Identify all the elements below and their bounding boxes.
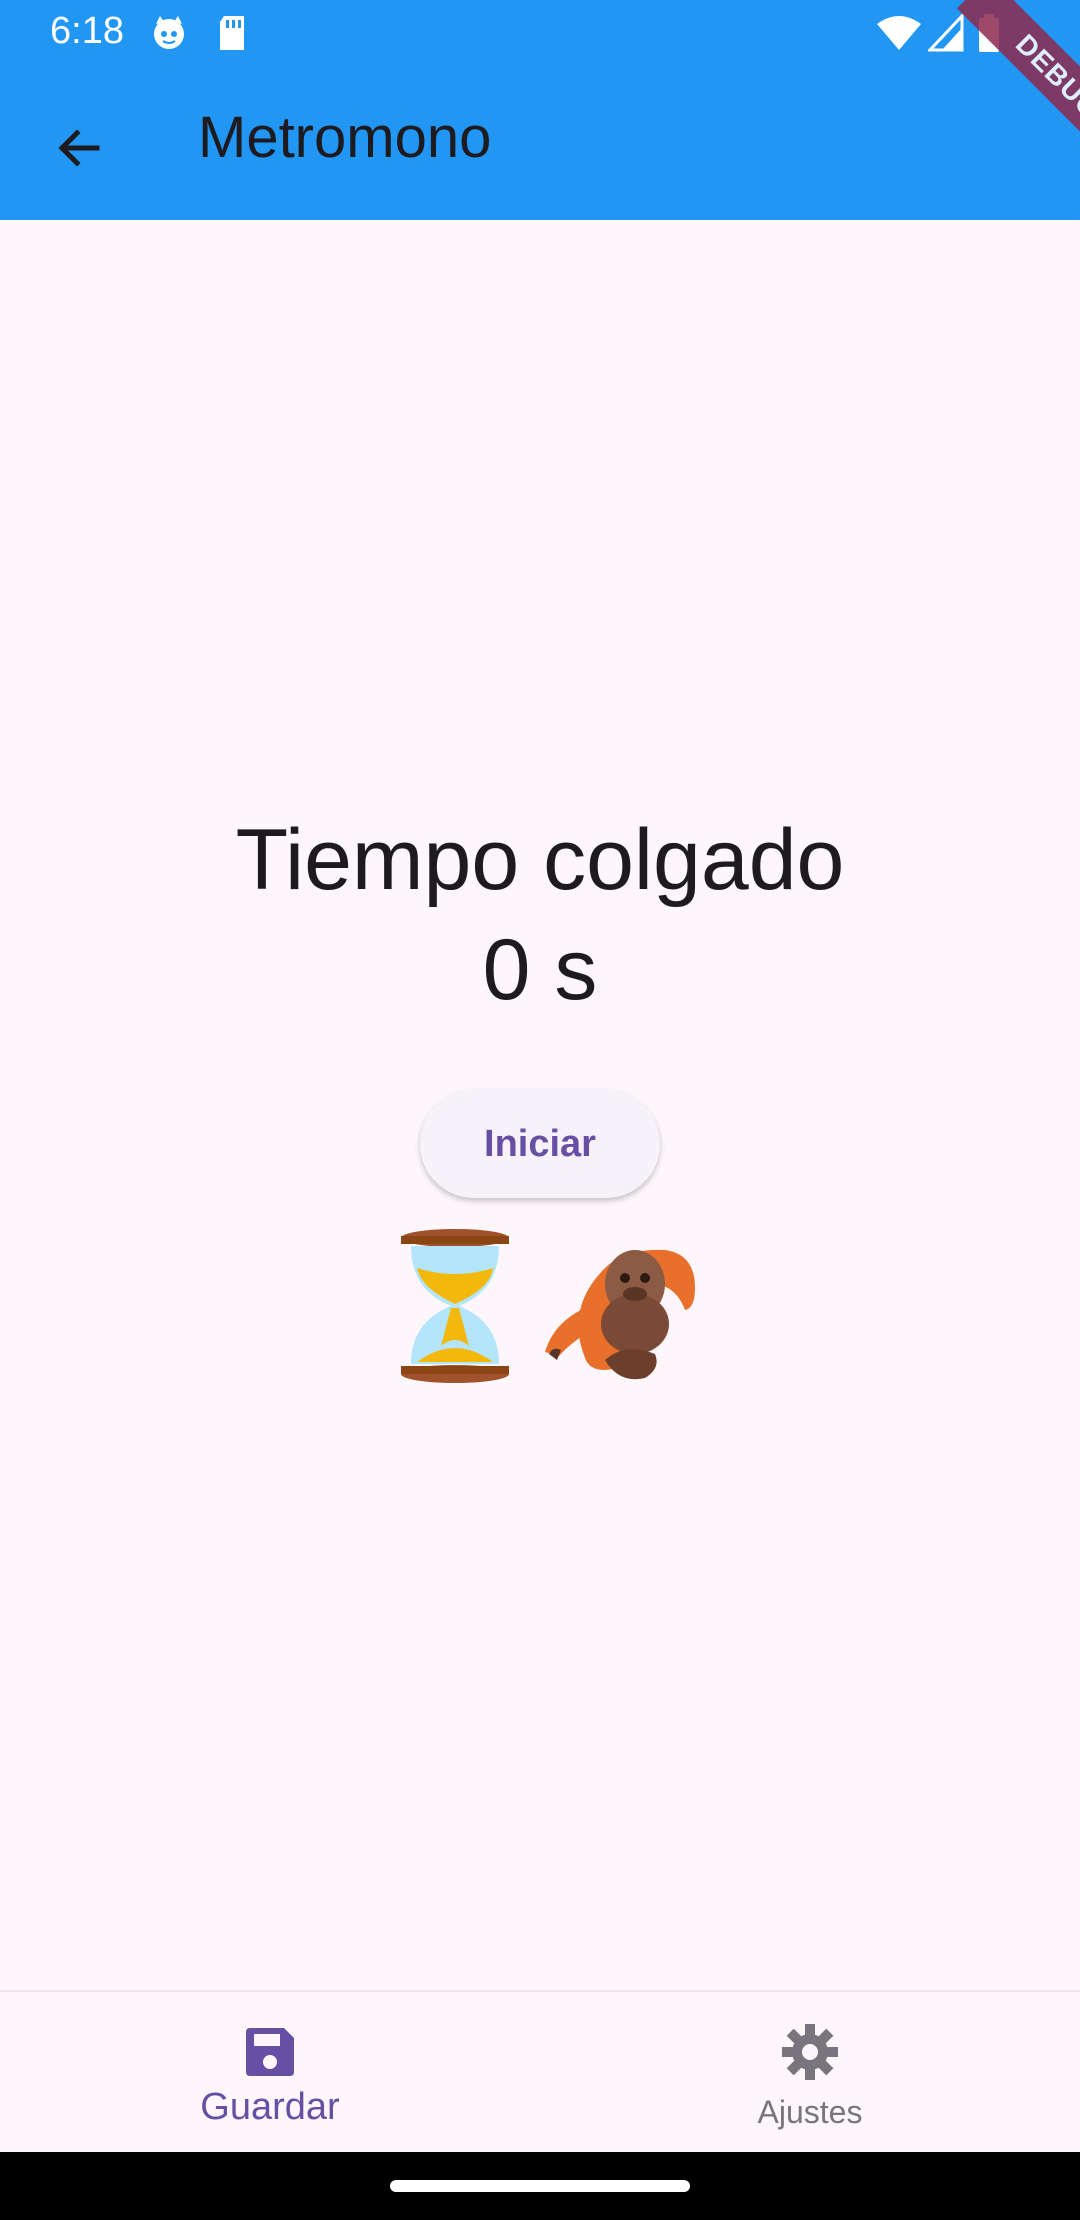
main-content: Tiempo colgado 0 s Iniciar	[0, 220, 1080, 1990]
orangutan-icon	[545, 1228, 705, 1393]
nav-item-guardar[interactable]: Guardar	[0, 1992, 540, 2154]
page-title: Metromono	[198, 105, 492, 170]
timer-label: Tiempo colgado	[235, 812, 845, 908]
home-indicator[interactable]	[390, 2180, 690, 2192]
emoji-illustration	[395, 1228, 705, 1388]
timer-value: 0 s	[482, 922, 598, 1018]
nav-item-ajustes[interactable]: Ajustes	[540, 1992, 1080, 2154]
status-time: 6:18	[50, 10, 124, 52]
nav-label-ajustes: Ajustes	[757, 2094, 863, 2130]
nav-label-guardar: Guardar	[200, 2086, 340, 2128]
bottom-navigation: Guardar Ajustes	[0, 1990, 1080, 2154]
settings-icon	[780, 2022, 840, 2082]
save-icon	[240, 2022, 300, 2082]
sd-card-icon	[216, 14, 248, 57]
arrow-back-icon	[53, 123, 103, 178]
system-navigation-bar	[0, 2152, 1080, 2220]
back-button[interactable]	[38, 110, 118, 190]
cat-face-icon	[150, 14, 188, 57]
debug-label: DEBUG	[956, 0, 1080, 179]
start-button[interactable]: Iniciar	[420, 1090, 660, 1198]
hourglass-icon	[395, 1228, 515, 1389]
debug-banner: DEBUG	[900, 0, 1080, 180]
